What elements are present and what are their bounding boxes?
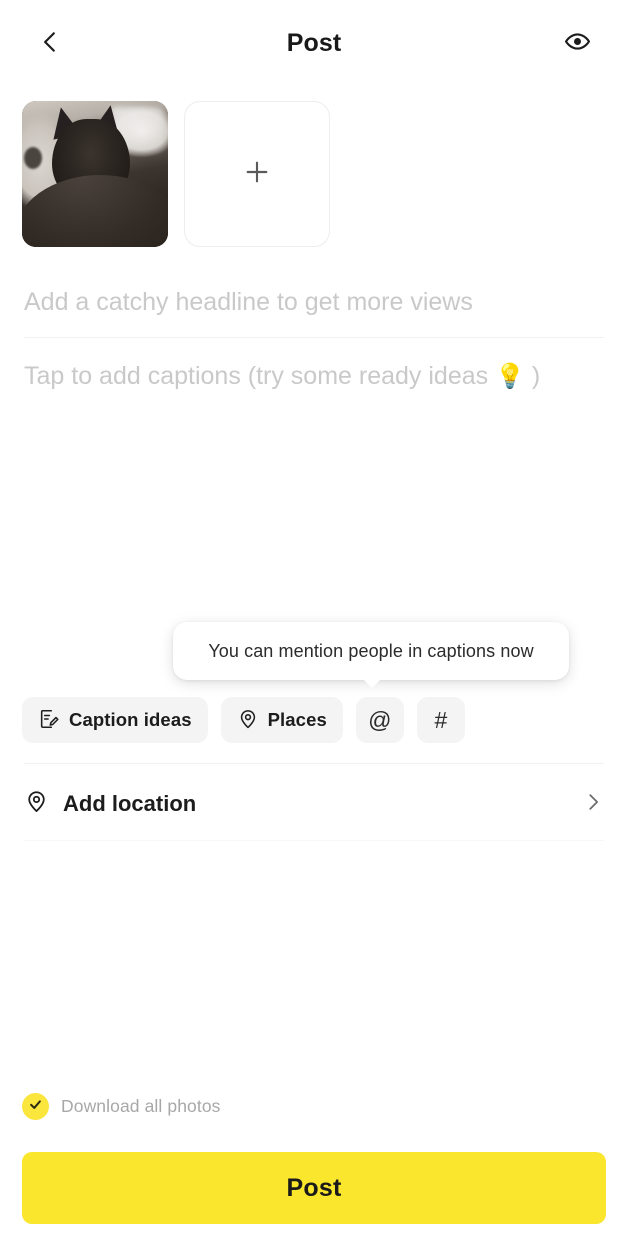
eye-icon — [564, 28, 591, 58]
hashtag-icon: # — [434, 706, 448, 733]
post-composer-screen: Post Add a catchy headline to get more v… — [0, 0, 628, 1260]
composer-chips: Caption ideas Places @ # — [22, 697, 465, 743]
note-pencil-icon — [38, 708, 60, 733]
download-all-photos-label: Download all photos — [61, 1096, 221, 1116]
caption-placeholder-text: Tap to add captions (try some ready idea… — [24, 362, 496, 390]
map-pin-icon — [24, 789, 49, 819]
preview-button[interactable] — [554, 19, 602, 67]
add-location-row[interactable]: Add location — [24, 778, 604, 830]
hashtag-chip[interactable]: # — [416, 697, 465, 743]
mention-tooltip: You can mention people in captions now — [173, 622, 569, 688]
app-header: Post — [0, 0, 628, 86]
places-chip[interactable]: Places — [220, 697, 343, 743]
back-button[interactable] — [26, 19, 74, 67]
add-location-label: Add location — [63, 791, 197, 816]
chevron-left-icon — [37, 29, 63, 58]
page-title: Post — [286, 28, 342, 57]
mention-chip[interactable]: @ — [355, 697, 404, 743]
add-photo-button[interactable] — [184, 101, 330, 247]
caption-ideas-chip[interactable]: Caption ideas — [22, 697, 208, 743]
photo-thumbnail[interactable] — [22, 101, 168, 247]
tooltip-text: You can mention people in captions now — [208, 640, 534, 661]
post-button[interactable]: Post — [22, 1152, 606, 1224]
download-all-photos-toggle[interactable]: Download all photos — [22, 1093, 221, 1120]
headline-input[interactable]: Add a catchy headline to get more views — [24, 288, 604, 317]
caption-input[interactable]: Tap to add captions (try some ready idea… — [24, 362, 604, 391]
places-label: Places — [267, 709, 327, 730]
map-pin-icon — [237, 708, 259, 733]
lightbulb-icon: 💡 — [495, 363, 525, 390]
mention-icon: @ — [368, 706, 392, 733]
chevron-right-icon — [582, 791, 604, 818]
location-divider-top — [24, 763, 604, 764]
checkbox-checked[interactable] — [22, 1093, 49, 1120]
caption-placeholder-tail: ) — [524, 362, 541, 390]
headline-divider — [24, 337, 604, 338]
check-icon — [28, 1097, 43, 1117]
location-divider-bottom — [24, 840, 604, 841]
caption-ideas-label: Caption ideas — [69, 709, 192, 730]
thumbnail-detail-spot — [24, 147, 42, 169]
plus-icon — [241, 156, 273, 193]
media-strip — [22, 101, 330, 247]
